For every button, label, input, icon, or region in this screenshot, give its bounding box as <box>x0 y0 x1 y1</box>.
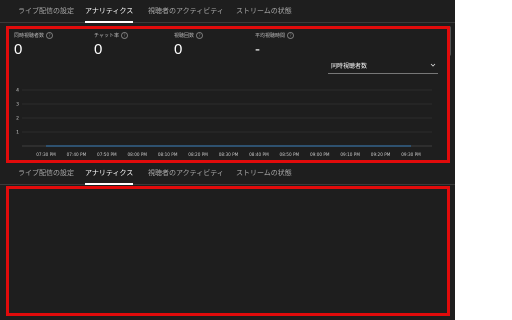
tab-bar-bottom: ライブ配信の設定 アナリティクス 視聴者のアクティビティ ストリームの状態 <box>0 162 455 185</box>
tab-live-settings-bottom[interactable]: ライブ配信の設定 <box>18 168 74 178</box>
app-window: ライブ配信の設定 アナリティクス 視聴者のアクティビティ ストリームの状態 同時… <box>0 0 455 320</box>
highlight-box-empty-panel <box>6 186 450 316</box>
x-tick-label: 09:20 PM <box>371 152 391 157</box>
active-tab-indicator <box>85 183 134 185</box>
x-tick-label: 08:10 PM <box>158 152 178 157</box>
y-tick-label: 3 <box>16 102 19 108</box>
tab-analytics-bottom[interactable]: アナリティクス <box>85 168 134 185</box>
x-tick-label: 07:30 PM <box>36 152 56 157</box>
tab-stream-status-bottom[interactable]: ストリームの状態 <box>236 168 292 178</box>
y-tick-label: 1 <box>16 130 19 136</box>
x-tick-label: 07:50 PM <box>97 152 117 157</box>
x-tick-label: 07:40 PM <box>67 152 87 157</box>
x-tick-label: 09:00 PM <box>310 152 330 157</box>
tab-viewer-activity-bottom[interactable]: 視聴者のアクティビティ <box>148 168 224 178</box>
viewer-chart: 1 2 3 4 07:30 PM 07:40 PM 07:50 PM 08:00 PM 08:1… <box>16 88 432 157</box>
x-tick-label: 09:10 PM <box>340 152 360 157</box>
x-tick-label: 08:30 PM <box>219 152 239 157</box>
y-tick-label: 4 <box>16 88 19 94</box>
x-tick-label: 08:20 PM <box>188 152 208 157</box>
x-tick-label: 08:40 PM <box>249 152 269 157</box>
x-tick-label: 09:30 PM <box>401 152 421 157</box>
tab-analytics-label: アナリティクス <box>85 169 134 177</box>
x-tick-label: 08:50 PM <box>280 152 300 157</box>
x-tick-label: 08:00 PM <box>127 152 147 157</box>
y-tick-label: 2 <box>16 116 19 122</box>
